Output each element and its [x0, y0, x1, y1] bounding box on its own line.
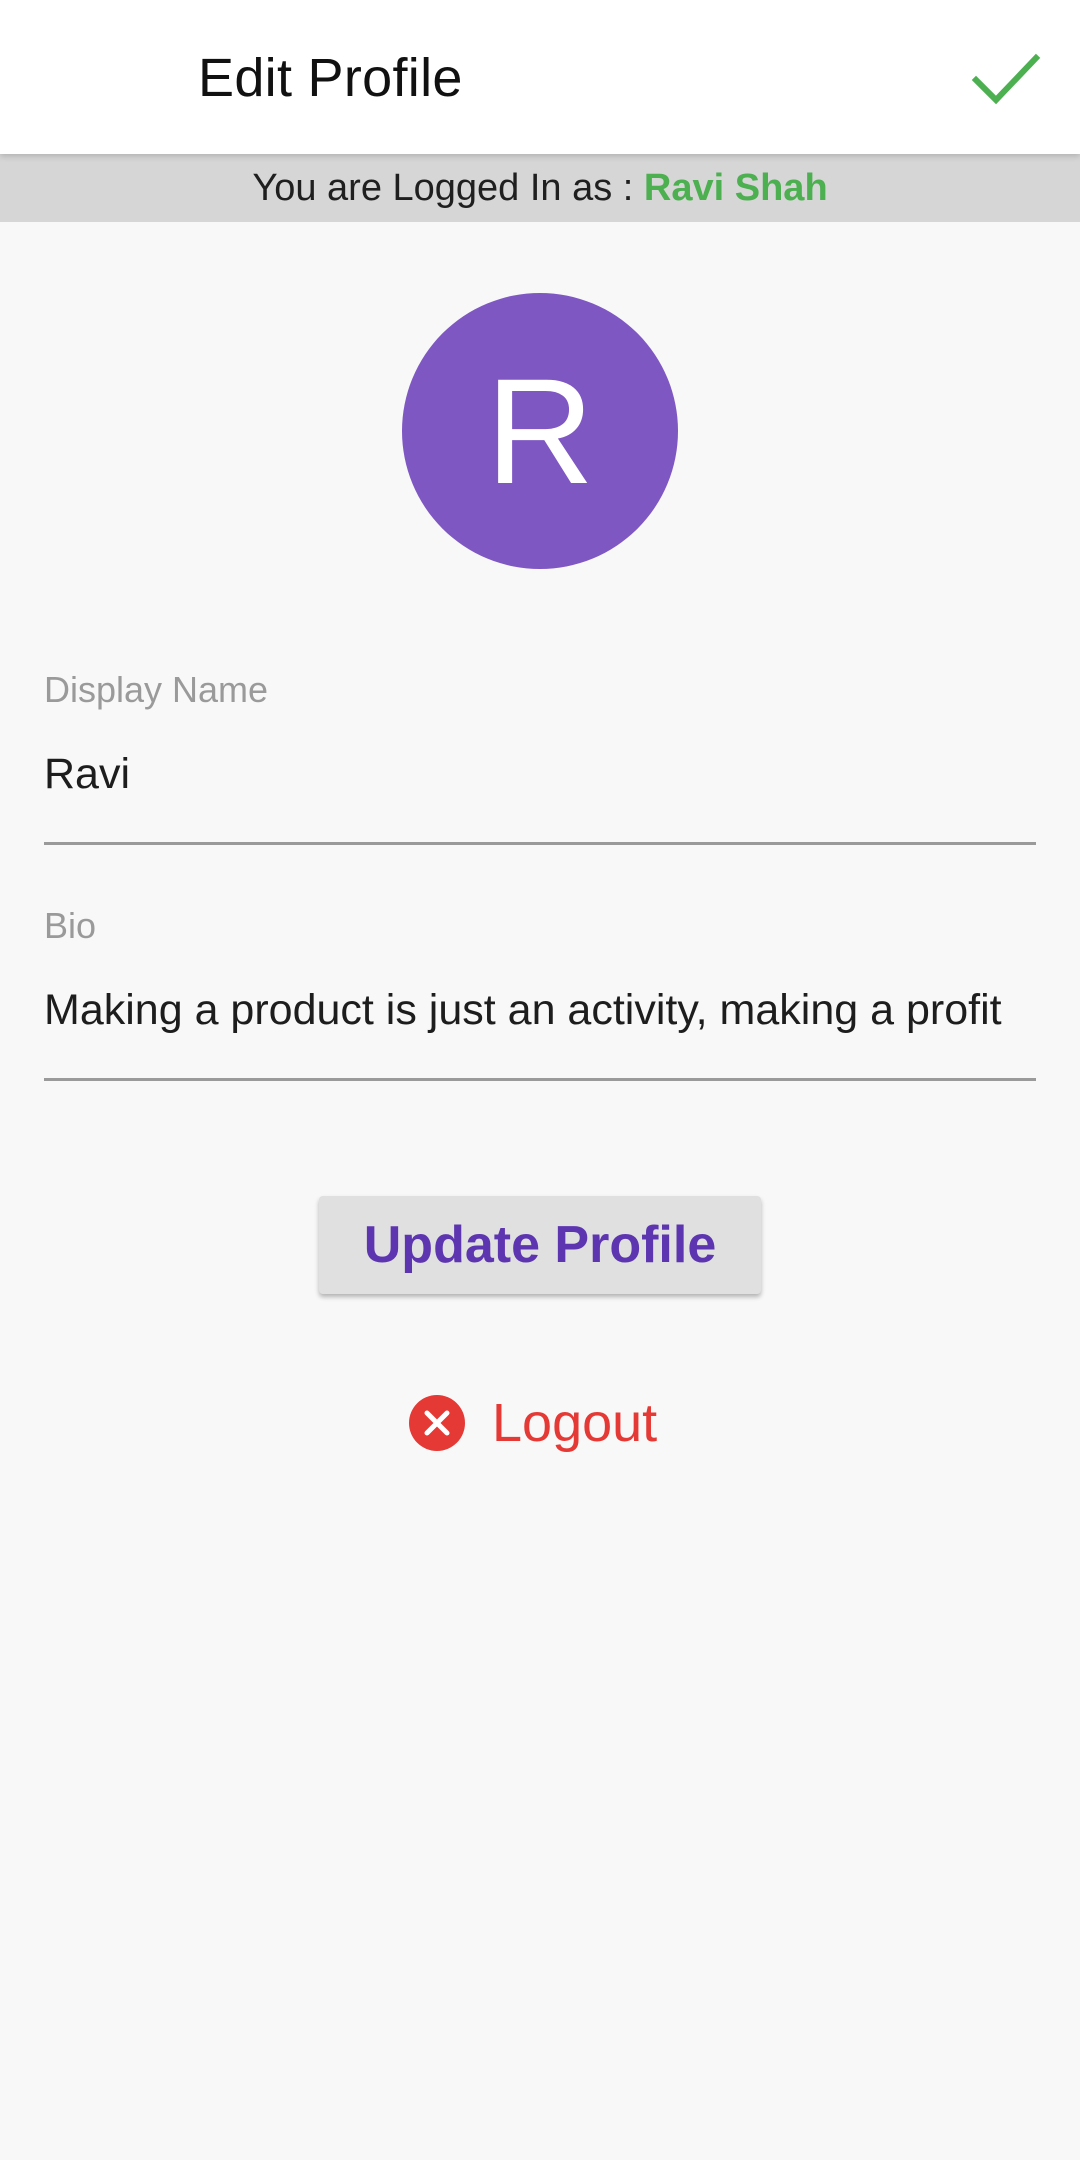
login-status-banner: You are Logged In as : Ravi Shah: [0, 154, 1080, 222]
login-status-prefix: You are Logged In as :: [252, 167, 644, 209]
cancel-circle-icon: [408, 1394, 466, 1452]
display-name-field[interactable]: Display Name Ravi: [44, 668, 1036, 846]
logged-in-user-name: Ravi Shah: [643, 167, 828, 209]
confirm-button[interactable]: [966, 40, 1046, 120]
bio-field[interactable]: Bio Making a product is just an activity…: [44, 904, 1036, 1082]
avatar[interactable]: R: [402, 293, 678, 569]
avatar-initial: R: [485, 347, 595, 515]
bio-label: Bio: [44, 905, 97, 946]
logout-button[interactable]: Logout: [408, 1388, 657, 1458]
display-name-label: Display Name: [44, 669, 269, 710]
update-profile-button[interactable]: Update Profile: [319, 1196, 761, 1294]
logout-label: Logout: [492, 1393, 658, 1453]
bio-underline: [44, 1078, 1036, 1081]
display-name-input[interactable]: Ravi: [44, 746, 1036, 802]
app-bar: Edit Profile: [0, 0, 1080, 154]
display-name-underline: [44, 842, 1036, 845]
bio-input[interactable]: Making a product is just an activity, ma…: [44, 982, 1036, 1038]
check-icon: [971, 53, 1041, 105]
page-title: Edit Profile: [198, 48, 463, 108]
